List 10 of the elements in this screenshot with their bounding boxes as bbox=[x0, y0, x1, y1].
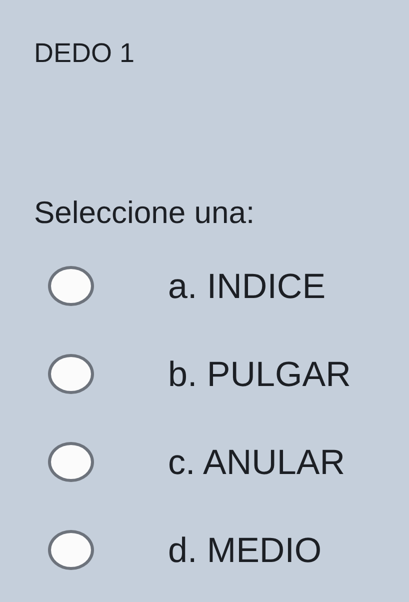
radio-button[interactable] bbox=[48, 354, 94, 394]
option-label[interactable]: a. INDICE bbox=[168, 268, 326, 304]
question-prompt: Seleccione una: bbox=[34, 195, 255, 230]
option-label[interactable]: d. MEDIO bbox=[168, 532, 322, 568]
radio-button[interactable] bbox=[48, 530, 94, 570]
option-label[interactable]: c. ANULAR bbox=[168, 444, 345, 480]
question-title: DEDO 1 bbox=[34, 38, 135, 68]
option-label[interactable]: b. PULGAR bbox=[168, 356, 351, 392]
radio-button[interactable] bbox=[48, 442, 94, 482]
radio-button[interactable] bbox=[48, 266, 94, 306]
